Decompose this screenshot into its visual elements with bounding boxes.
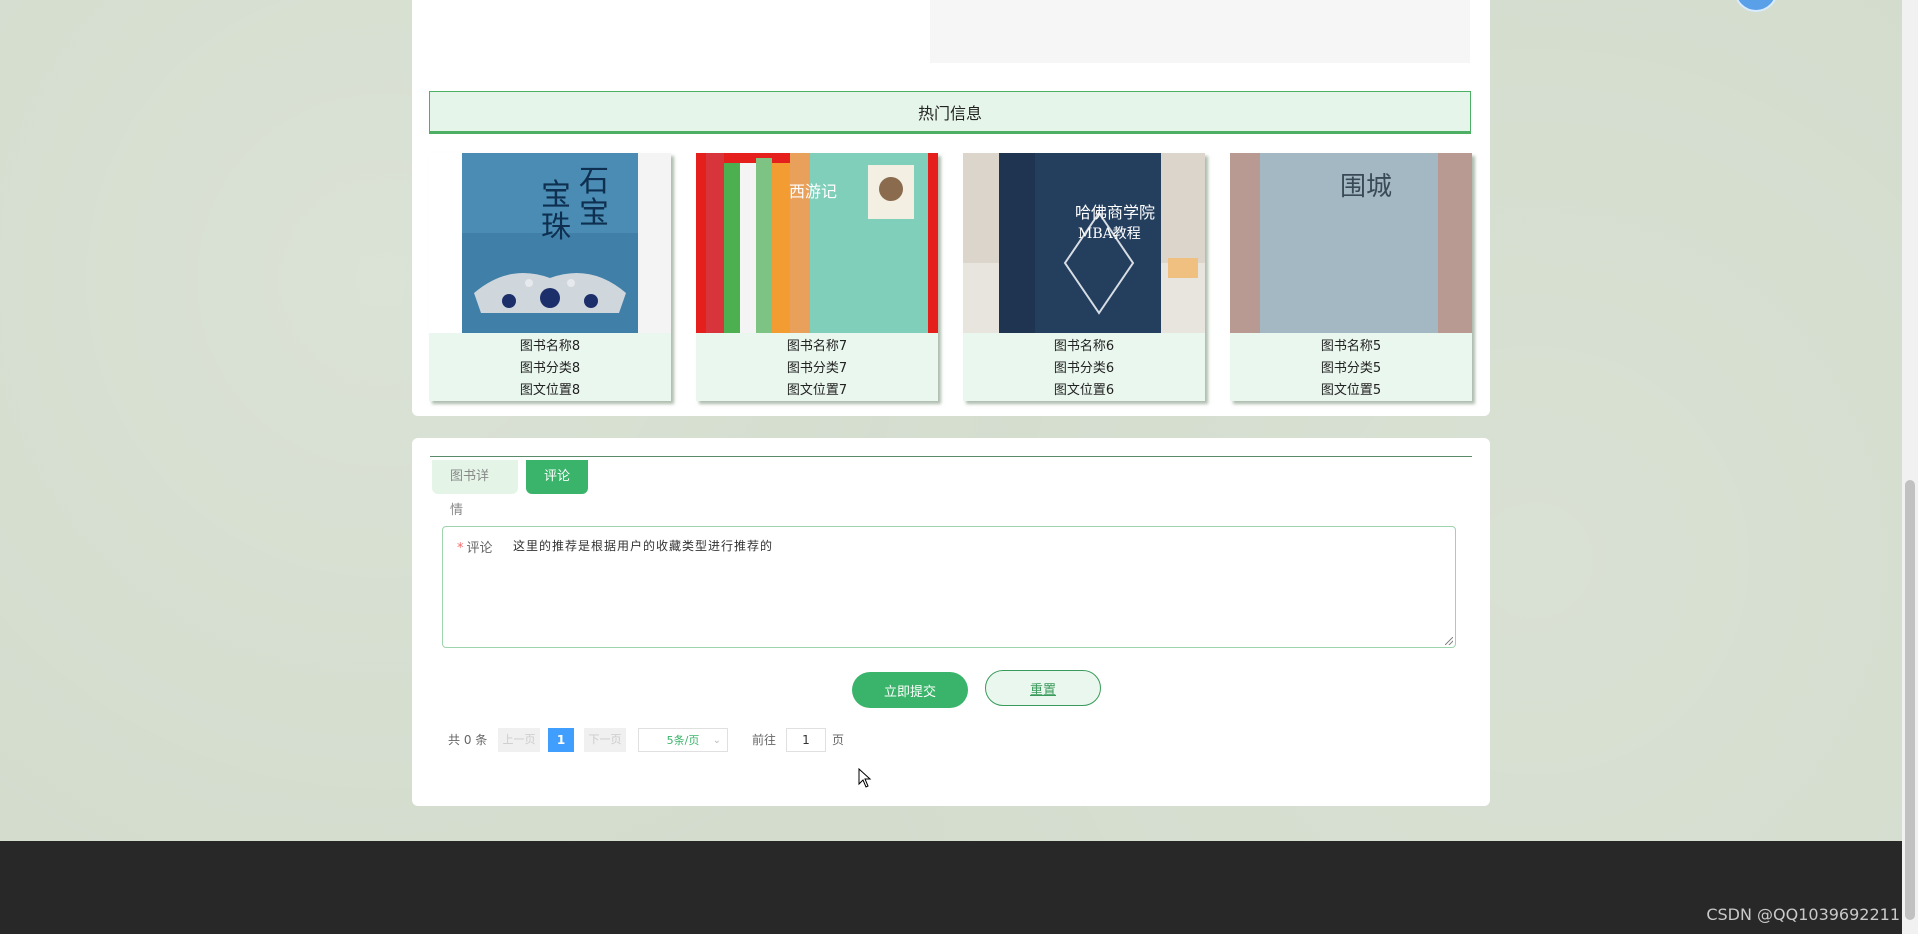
book-location: 图文位置6 xyxy=(1053,383,1115,398)
tab-comments[interactable]: 评论 xyxy=(526,460,588,494)
watermark: CSDN @QQ1039692211 xyxy=(1706,905,1900,924)
book-category: 图书分类5 xyxy=(1320,361,1382,376)
required-mark: * xyxy=(457,541,464,556)
hot-info-title: 热门信息 xyxy=(917,103,982,123)
book-card-7[interactable]: 西游记 图书名称7 图书分类7 图文位置7 xyxy=(696,153,938,401)
goto-label: 前往 xyxy=(752,733,777,747)
book-card-5[interactable]: 围城 图书名称5 图书分类5 图文位置5 xyxy=(1230,153,1472,401)
goto-page-input[interactable] xyxy=(786,728,826,752)
book-cover-7[interactable]: 西游记 xyxy=(696,153,938,333)
book8-title-part4: 珠 xyxy=(541,210,571,245)
book-location: 图文位置7 xyxy=(786,383,848,398)
book6-cover-title: 哈佛商学院 xyxy=(1075,203,1155,222)
detail-card: 图书详情 评论 * 评论 这里的推荐是根据用户的收藏类型进行推荐的 立即提交 重置… xyxy=(412,438,1490,806)
next-page-button[interactable]: 下一页 xyxy=(584,728,626,752)
book-cover-6[interactable]: 哈佛商学院 MBA教程 xyxy=(963,153,1205,333)
page-size-value: 5条/页 xyxy=(666,734,700,747)
reset-button[interactable]: 重置 xyxy=(985,670,1101,706)
tab-divider xyxy=(430,456,1472,457)
scrollbar-thumb[interactable] xyxy=(1905,480,1915,920)
book8-title-part2: 宝 xyxy=(579,196,609,231)
chevron-down-icon: ⌄ xyxy=(712,735,721,746)
vertical-scrollbar[interactable] xyxy=(1902,0,1918,934)
page-footer xyxy=(0,841,1902,934)
book-category: 图书分类7 xyxy=(786,361,848,376)
comment-label-text: 评论 xyxy=(466,541,493,556)
avatar[interactable] xyxy=(1734,0,1778,12)
book-cover-8[interactable]: 石 宝 宝 珠 xyxy=(429,153,671,333)
page-unit-label: 页 xyxy=(832,733,845,747)
page-number-button[interactable]: 1 xyxy=(548,728,574,752)
book-category: 图书分类8 xyxy=(519,361,581,376)
resize-handle-icon[interactable] xyxy=(1445,637,1453,645)
book-name[interactable]: 图书名称5 xyxy=(1230,336,1472,358)
book8-title-part1: 石 xyxy=(579,164,609,199)
book-location: 图文位置8 xyxy=(519,383,581,398)
comment-text[interactable]: 这里的推荐是根据用户的收藏类型进行推荐的 xyxy=(513,537,773,554)
book-cover-5[interactable]: 围城 xyxy=(1230,153,1472,333)
book-name[interactable]: 图书名称6 xyxy=(963,336,1205,358)
comment-textarea[interactable]: * 评论 这里的推荐是根据用户的收藏类型进行推荐的 xyxy=(442,526,1456,648)
book-category: 图书分类6 xyxy=(1053,361,1115,376)
book-card-8[interactable]: 石 宝 宝 珠 图书名称8 图书分类8 图文位置8 xyxy=(429,153,671,401)
pagination-total: 共 0 条 xyxy=(448,733,488,747)
submit-button[interactable]: 立即提交 xyxy=(852,672,968,708)
comment-label: * 评论 xyxy=(457,537,493,556)
prev-page-button[interactable]: 上一页 xyxy=(498,728,540,752)
hot-info-header: 热门信息 xyxy=(429,91,1471,134)
book-name[interactable]: 图书名称7 xyxy=(696,336,938,358)
book-location: 图文位置5 xyxy=(1320,383,1382,398)
page-size-select[interactable]: 5条/页 ⌄ xyxy=(638,728,728,752)
book7-cover-title: 西游记 xyxy=(789,182,837,201)
book-card-6[interactable]: 哈佛商学院 MBA教程 图书名称6 图书分类6 图文位置6 xyxy=(963,153,1205,401)
tab-book-details[interactable]: 图书详情 xyxy=(432,460,518,518)
book6-cover-subtitle: MBA教程 xyxy=(1078,226,1141,242)
book5-cover-title: 围城 xyxy=(1340,172,1392,202)
top-side-panel xyxy=(930,0,1470,63)
mouse-cursor-icon xyxy=(858,768,872,788)
book8-title-part3: 宝 xyxy=(541,178,571,213)
book-name[interactable]: 图书名称8 xyxy=(429,336,671,358)
